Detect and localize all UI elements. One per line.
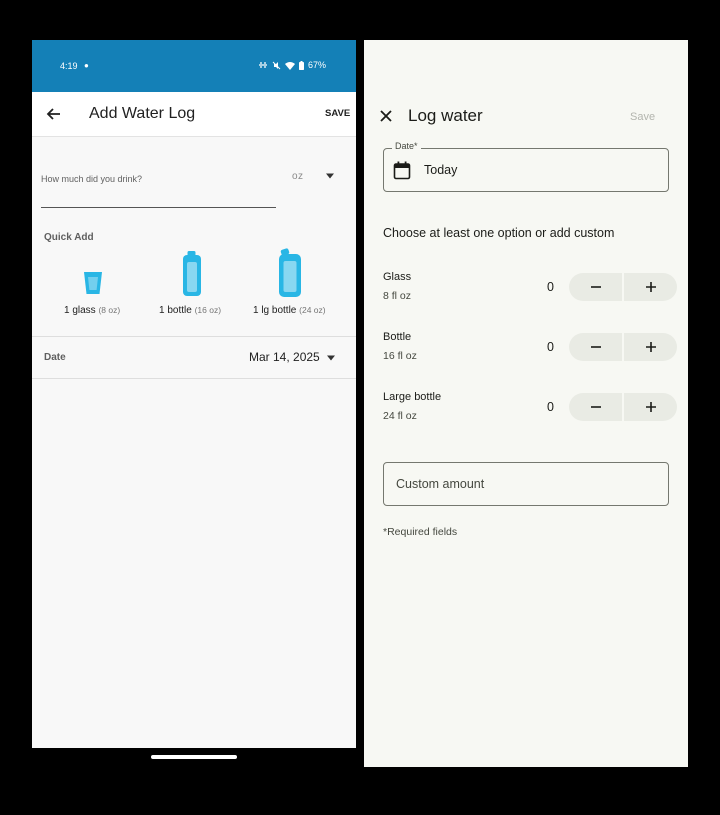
amount-input-underline	[41, 207, 276, 208]
status-icons: 67%	[258, 60, 326, 70]
date-field[interactable]: Date* Today	[383, 141, 669, 192]
battery-icon	[299, 60, 304, 70]
option-name-glass: Glass	[383, 271, 412, 283]
link-icon	[259, 62, 267, 68]
glass-stepper	[569, 273, 677, 301]
date-label: Date	[44, 352, 66, 363]
quick-add-name: 1 glass	[64, 305, 96, 316]
quick-add-heading: Quick Add	[44, 232, 94, 243]
increment-button[interactable]	[624, 273, 677, 301]
decrement-button[interactable]	[569, 273, 622, 301]
decrement-button[interactable]	[569, 393, 622, 421]
minus-icon	[590, 286, 601, 288]
status-time: 4:19	[60, 61, 78, 71]
quick-add-bottle[interactable]: 1 bottle (16 oz)	[159, 305, 221, 316]
close-icon[interactable]	[378, 108, 394, 124]
calendar-icon	[393, 161, 411, 180]
save-button[interactable]: Save	[630, 111, 655, 123]
quick-add-name: 1 bottle	[159, 305, 192, 316]
instruction-text: Choose at least one option or add custom	[383, 226, 615, 240]
amount-input[interactable]: How much did you drink?	[41, 174, 142, 184]
date-field-value: Today	[424, 163, 458, 177]
option-count-glass: 0	[547, 280, 554, 294]
page-title: Log water	[408, 106, 483, 125]
large-bottle-icon[interactable]	[278, 248, 302, 298]
home-indicator[interactable]	[151, 755, 237, 759]
increment-button[interactable]	[624, 393, 677, 421]
option-name-bottle: Bottle	[383, 331, 412, 343]
required-fields-note: *Required fields	[383, 526, 458, 538]
custom-amount-input[interactable]: Custom amount	[383, 462, 669, 506]
quick-add-large-bottle[interactable]: 1 lg bottle (24 oz)	[253, 305, 326, 316]
decrement-button[interactable]	[569, 333, 622, 361]
option-size-large-bottle: 24 fl oz	[383, 410, 417, 422]
wifi-icon	[285, 61, 295, 70]
plus-icon	[645, 282, 656, 292]
large-bottle-stepper	[569, 393, 677, 421]
mute-icon	[272, 61, 281, 69]
app-bar: Add Water Log SAVE	[32, 92, 356, 137]
increment-button[interactable]	[624, 333, 677, 361]
notification-icon: ●	[84, 61, 89, 70]
plus-icon	[645, 402, 656, 412]
date-field-label: Date*	[392, 141, 421, 151]
option-size-glass: 8 fl oz	[383, 290, 412, 302]
bottle-icon[interactable]	[182, 251, 202, 297]
option-name-large-bottle: Large bottle	[383, 391, 442, 403]
option-size-bottle: 16 fl oz	[383, 350, 417, 362]
glass-icon[interactable]	[83, 271, 103, 295]
custom-amount-placeholder: Custom amount	[396, 477, 485, 491]
caret-down-icon[interactable]	[325, 173, 335, 179]
option-count-large-bottle: 0	[547, 400, 554, 414]
quick-add-size: (8 oz)	[98, 305, 121, 315]
minus-icon	[590, 346, 601, 348]
minus-icon	[590, 406, 601, 408]
status-bar: 4:19 ● 67%	[32, 40, 356, 92]
quick-add-name: 1 lg bottle	[253, 305, 297, 316]
page-title: Add Water Log	[89, 105, 196, 122]
save-button[interactable]: SAVE	[325, 108, 350, 119]
unit-select[interactable]: oz	[292, 171, 304, 182]
date-row[interactable]: Date Mar 14, 2025	[32, 336, 356, 379]
option-count-bottle: 0	[547, 340, 554, 354]
caret-down-icon[interactable]	[326, 355, 336, 361]
quick-add-glass[interactable]: 1 glass (8 oz)	[64, 305, 120, 316]
quick-add-size: (16 oz)	[194, 305, 222, 315]
plus-icon	[645, 342, 656, 352]
battery-percent: 67%	[308, 60, 327, 70]
quick-add-size: (24 oz)	[299, 305, 326, 315]
date-value[interactable]: Mar 14, 2025	[249, 350, 320, 364]
back-arrow-icon[interactable]	[44, 104, 64, 124]
left-phone-screen: 4:19 ● 67% Add Water Log SAVE How much d…	[32, 40, 356, 748]
right-phone-screen: Log water Save Date* Today Choose at lea…	[364, 40, 688, 767]
bottle-stepper	[569, 333, 677, 361]
